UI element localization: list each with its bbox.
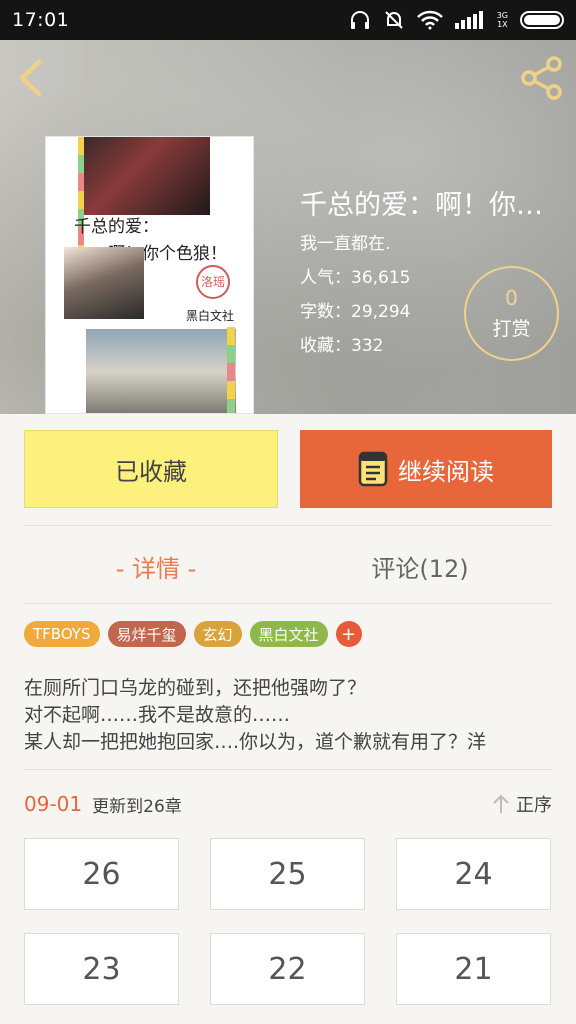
- chevron-left-icon: [19, 59, 42, 97]
- book-author[interactable]: 我一直都在.: [300, 232, 560, 256]
- status-time: 17:01: [12, 9, 70, 31]
- detail-tabs: - 详情 - 评论(12): [24, 530, 552, 602]
- tip-label: 打赏: [492, 318, 531, 340]
- cover-title: 千总的爱：: [74, 217, 159, 237]
- action-buttons: 已收藏 继续阅读: [24, 430, 552, 508]
- wifi-icon: [416, 10, 443, 30]
- chapter-button[interactable]: 21: [396, 933, 551, 1005]
- update-date: 09-01: [24, 792, 83, 816]
- sort-order-button[interactable]: 正序: [492, 791, 552, 817]
- arrow-up-icon: [493, 794, 509, 813]
- chapter-button[interactable]: 25: [210, 838, 365, 910]
- battery-icon: [520, 11, 564, 29]
- divider: [24, 769, 552, 770]
- chapter-grid: 26 25 24 23 22 21: [24, 838, 552, 1005]
- tag-tfboys[interactable]: TFBOYS: [24, 621, 100, 647]
- collected-button[interactable]: 已收藏: [24, 430, 278, 508]
- network-type: 3G 1X: [496, 11, 508, 29]
- back-button[interactable]: [12, 54, 52, 102]
- headset-icon: [350, 11, 369, 29]
- tag-list: TFBOYS 易烊千玺 玄幻 黑白文社 +: [24, 621, 362, 647]
- tip-count: 0: [505, 286, 518, 310]
- continue-reading-label: 继续阅读: [398, 457, 494, 486]
- update-row: 09-01 更新到26章 正序: [24, 786, 552, 822]
- description-line: 对不起啊……我不是故意的……: [24, 704, 291, 726]
- chapter-button[interactable]: 26: [24, 838, 179, 910]
- tag-fantasy[interactable]: 玄幻: [193, 621, 242, 647]
- tag-yiyang-qianxi[interactable]: 易烊千玺: [107, 621, 186, 647]
- cover-studio: 黑白文社: [186, 309, 235, 323]
- tag-studio[interactable]: 黑白文社: [249, 621, 328, 647]
- cover-photo: [84, 137, 210, 215]
- chapter-button[interactable]: 22: [210, 933, 365, 1005]
- continue-reading-button[interactable]: 继续阅读: [300, 430, 552, 508]
- book-description[interactable]: 在厕所门口乌龙的碰到，还把他强吻了？ 对不起啊……我不是故意的…… 某人却一把把…: [24, 675, 552, 756]
- share-button[interactable]: [518, 54, 566, 102]
- share-icon: [521, 56, 562, 100]
- cover-photo: [64, 247, 144, 319]
- book-cover[interactable]: 千总的爱： 啊！你个色狼！ 洛瑶 黑白文社: [45, 136, 254, 414]
- more-tags-button[interactable]: +: [335, 621, 362, 647]
- divider: [24, 525, 552, 526]
- description-line: 在厕所门口乌龙的碰到，还把他强吻了？: [24, 677, 367, 699]
- tab-details[interactable]: - 详情 -: [24, 530, 288, 602]
- description-line: 某人却一把把她抱回家….你以为，道个歉就有用了？洋: [24, 731, 487, 753]
- sort-order-label: 正序: [516, 795, 552, 816]
- chapter-button[interactable]: 23: [24, 933, 179, 1005]
- update-text: 更新到26章: [92, 796, 182, 817]
- cover-photo: [86, 329, 236, 413]
- status-bar: 17:01 3G 1X: [0, 0, 576, 40]
- tip-button[interactable]: 0 打赏: [464, 266, 559, 361]
- status-icons: 3G 1X: [349, 9, 564, 31]
- book-icon: [358, 451, 388, 487]
- signal-icon: [454, 11, 483, 29]
- cover-seal: 洛瑶: [196, 265, 230, 299]
- tab-comments[interactable]: 评论(12): [288, 530, 552, 602]
- cover-stripe: [227, 327, 235, 413]
- mute-icon: [384, 11, 403, 29]
- book-title: 千总的爱：啊！你个色狼！: [300, 190, 552, 221]
- book-header: 千总的爱： 啊！你个色狼！ 洛瑶 黑白文社 千总的爱：啊！你个色狼！ 我一直都在…: [0, 40, 576, 414]
- divider: [24, 603, 552, 604]
- chapter-button[interactable]: 24: [396, 838, 551, 910]
